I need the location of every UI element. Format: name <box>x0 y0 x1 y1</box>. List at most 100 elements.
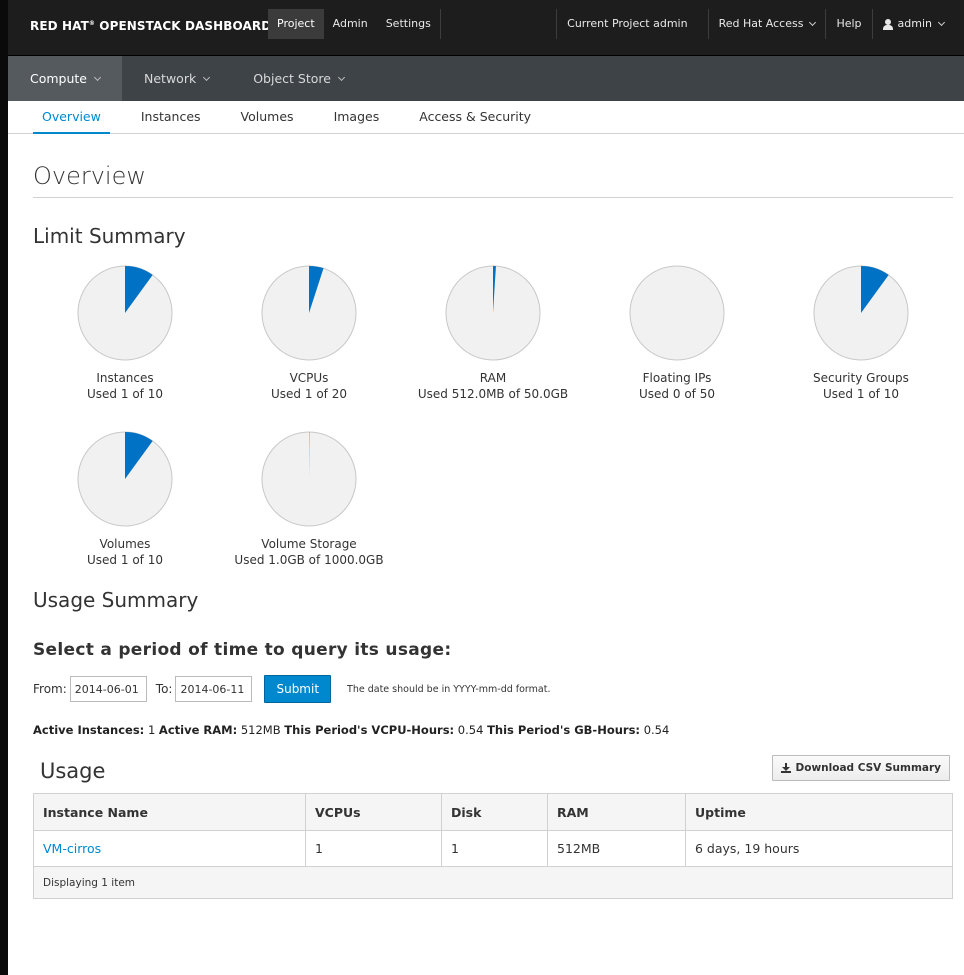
right-nav: Current Project admin Red Hat Access Hel… <box>556 9 954 39</box>
subnav-compute[interactable]: Compute <box>8 56 123 101</box>
cell-vcpus: 1 <box>305 830 442 867</box>
cell-instance-name: VM-cirros <box>33 830 306 867</box>
pie-chart-security-groups <box>813 265 909 361</box>
table-header-row: Instance Name VCPUs Disk RAM Uptime <box>33 793 953 831</box>
pie-chart-floating-ips <box>629 265 725 361</box>
download-csv-button[interactable]: Download CSV Summary <box>771 755 950 781</box>
user-icon <box>882 18 893 30</box>
top-navbar: RED HAT® OPENSTACK DASHBOARD Project Adm… <box>8 0 964 56</box>
from-date-input[interactable] <box>69 676 147 702</box>
pie-chart-ram <box>445 265 541 361</box>
main-content: Overview Limit Summary Instances Used 1 o… <box>8 162 964 899</box>
from-label: From: <box>33 682 67 696</box>
compute-tabs: Overview Instances Volumes Images Access… <box>8 101 964 134</box>
submit-button[interactable]: Submit <box>264 675 332 703</box>
pie-usage: Used 1 of 10 <box>87 387 163 401</box>
pie-title: Security Groups <box>813 371 909 385</box>
col-instance-name[interactable]: Instance Name <box>33 793 306 831</box>
date-format-hint: The date should be in YYYY-mm-dd format. <box>347 683 551 695</box>
tab-images[interactable]: Images <box>314 101 400 133</box>
table-row: VM-cirros 1 1 512MB 6 days, 19 hours <box>33 830 953 867</box>
pie-ram: RAM Used 512.0MB of 50.0GB <box>401 264 585 402</box>
pie-chart-volume-storage <box>261 431 357 527</box>
active-instances-value: 1 <box>147 723 156 737</box>
table-footer-row: Displaying 1 item <box>33 866 953 899</box>
usage-summary-title: Usage Summary <box>33 588 199 612</box>
pie-usage: Used 512.0MB of 50.0GB <box>417 387 569 401</box>
topnav-project[interactable]: Project <box>268 9 324 39</box>
user-menu[interactable]: admin <box>873 9 954 39</box>
col-disk[interactable]: Disk <box>441 793 548 831</box>
brand-logo[interactable]: RED HAT® OPENSTACK DASHBOARD <box>30 19 271 33</box>
pie-usage: Used 1.0GB of 1000.0GB <box>234 553 384 567</box>
cell-ram: 512MB <box>547 830 686 867</box>
dashboard-page: RED HAT® OPENSTACK DASHBOARD Project Adm… <box>8 0 964 975</box>
col-ram[interactable]: RAM <box>547 793 686 831</box>
col-uptime[interactable]: Uptime <box>685 793 953 831</box>
current-project[interactable]: Current Project admin <box>557 9 707 39</box>
pie-volume-storage: Volume Storage Used 1.0GB of 1000.0GB <box>217 430 401 568</box>
pie-usage: Used 1 of 20 <box>271 387 347 401</box>
download-icon <box>780 763 791 773</box>
pie-usage: Used 0 of 50 <box>639 387 715 401</box>
download-csv-label: Download CSV Summary <box>795 762 941 774</box>
chevron-down-icon <box>203 73 211 81</box>
tab-access-security[interactable]: Access & Security <box>399 101 551 133</box>
gb-hours-value: 0.54 <box>643 723 670 737</box>
vcpu-hours-label: This Period's VCPU-Hours: <box>284 723 455 737</box>
period-query-title: Select a period of time to query its usa… <box>33 640 452 660</box>
pie-title: RAM <box>479 371 507 385</box>
red-hat-access-dropdown[interactable]: Red Hat Access <box>709 9 826 39</box>
tab-instances[interactable]: Instances <box>121 101 221 133</box>
pie-title: Volumes <box>99 537 151 551</box>
table-footer: Displaying 1 item <box>33 866 953 899</box>
pie-security-groups: Security Groups Used 1 of 10 <box>769 264 953 402</box>
col-vcpus[interactable]: VCPUs <box>305 793 442 831</box>
usage-header: Usage Download CSV Summary <box>33 751 964 793</box>
top-nav: Project Admin Settings <box>268 9 441 39</box>
limit-summary-charts: Instances Used 1 of 10 VCPUs Used 1 of 20 … <box>33 248 953 588</box>
pie-volumes: Volumes Used 1 of 10 <box>33 430 217 568</box>
pie-usage: Used 1 of 10 <box>823 387 899 401</box>
active-ram-label: Active RAM: <box>158 723 238 737</box>
topnav-admin[interactable]: Admin <box>324 9 377 39</box>
pie-instances: Instances Used 1 of 10 <box>33 264 217 402</box>
help-link[interactable]: Help <box>826 9 871 39</box>
cell-uptime: 6 days, 19 hours <box>685 830 953 867</box>
pie-vcpus: VCPUs Used 1 of 20 <box>217 264 401 402</box>
subnav-object-store[interactable]: Object Store <box>231 56 366 101</box>
chevron-down-icon <box>93 73 102 81</box>
chevron-down-icon <box>809 18 817 27</box>
pie-chart-vcpus <box>261 265 357 361</box>
pie-title: Instances <box>96 371 154 385</box>
usage-title: Usage <box>40 759 106 783</box>
active-ram-value: 512MB <box>240 723 281 737</box>
vcpu-hours-value: 0.54 <box>457 723 484 737</box>
date-range-form: From: To: Submit The date should be in Y… <box>33 675 964 703</box>
tab-volumes[interactable]: Volumes <box>221 101 314 133</box>
pie-floating-ips: Floating IPs Used 0 of 50 <box>585 264 769 402</box>
instance-link[interactable]: VM-cirros <box>43 841 101 856</box>
active-instances-label: Active Instances: <box>33 723 145 737</box>
pie-chart-volumes <box>77 431 173 527</box>
window-left-edge <box>0 0 8 975</box>
gb-hours-label: This Period's GB-Hours: <box>487 723 641 737</box>
chevron-down-icon <box>937 18 946 27</box>
limit-summary-title: Limit Summary <box>33 224 186 248</box>
pie-background <box>629 265 725 361</box>
subnav-network[interactable]: Network <box>122 56 231 101</box>
usage-stats: Active Instances: 1 Active RAM: 512MB Th… <box>33 723 964 737</box>
nav-divider <box>439 9 441 39</box>
tab-overview[interactable]: Overview <box>22 101 121 134</box>
pie-title: Volume Storage <box>261 537 357 551</box>
cell-disk: 1 <box>441 830 548 867</box>
to-date-input[interactable] <box>175 676 253 702</box>
pie-title: Floating IPs <box>642 371 712 385</box>
pie-usage: Used 1 of 10 <box>87 553 163 567</box>
pie-chart-instances <box>77 265 173 361</box>
chevron-down-icon <box>337 73 345 81</box>
topnav-settings[interactable]: Settings <box>377 9 440 39</box>
to-label: To: <box>155 682 173 696</box>
pie-title: VCPUs <box>289 371 329 385</box>
usage-table: Instance Name VCPUs Disk RAM Uptime VM-c… <box>33 793 953 899</box>
